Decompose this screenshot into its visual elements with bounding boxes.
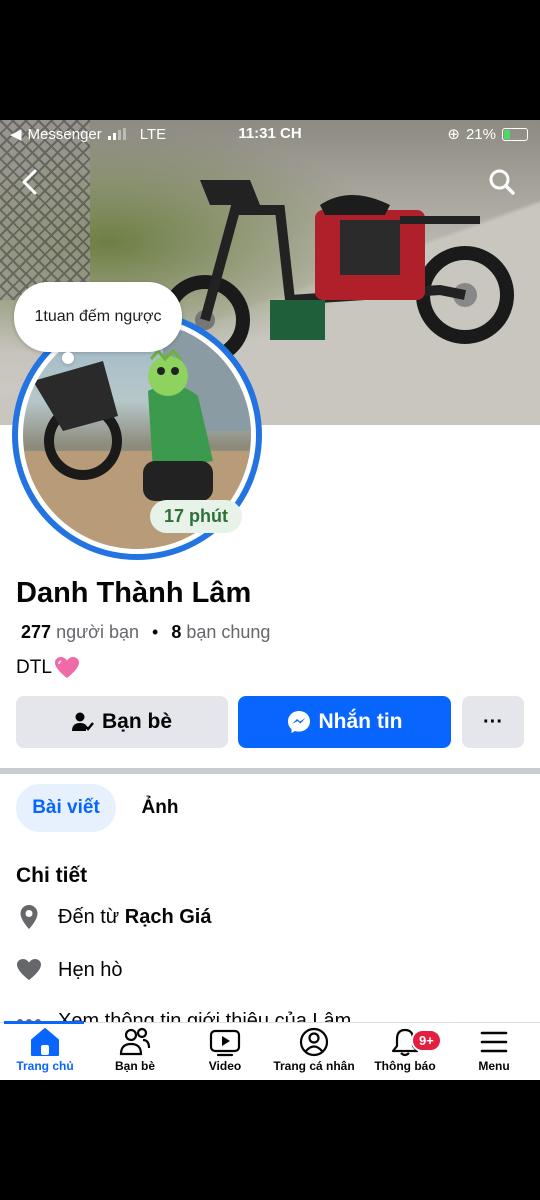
- active-tab-indicator: [4, 1021, 84, 1024]
- mutual-label: bạn chung: [186, 622, 271, 642]
- battery-icon: [502, 127, 528, 141]
- tab-posts[interactable]: Bài viết: [16, 784, 116, 832]
- menu-icon: [480, 1031, 508, 1053]
- hometown-place[interactable]: Rạch Giá: [125, 906, 212, 928]
- mutual-count: 8: [171, 622, 182, 642]
- profile-screen: ◀ Messenger LTE 11:31 CH ⊕ 21% 1tuan đếm…: [0, 120, 540, 1080]
- friends-icon: [119, 1027, 151, 1056]
- nav-profile-label: Trang cá nhân: [273, 1059, 355, 1073]
- detail-relationship: Hẹn hò: [16, 958, 123, 982]
- orientation-lock-icon: ⊕: [447, 126, 460, 143]
- tab-photos[interactable]: Ảnh: [130, 784, 190, 832]
- profile-icon: [299, 1027, 329, 1057]
- profile-name: Danh Thành Lâm: [16, 577, 252, 609]
- details-heading: Chi tiết: [16, 864, 88, 887]
- bottom-nav: Trang chủ Bạn bè Video Trang cá nhân 9+ …: [0, 1021, 540, 1080]
- detail-hometown: Đến từ Rạch Giá: [16, 904, 211, 930]
- friend-label: người bạn: [56, 622, 139, 642]
- more-options-button[interactable]: ···: [462, 696, 524, 748]
- more-icon: ···: [483, 710, 503, 733]
- hometown-prefix: Đến từ: [58, 905, 120, 928]
- nav-menu[interactable]: Menu: [444, 1027, 540, 1073]
- messenger-icon: [287, 711, 310, 733]
- friend-check-icon: [71, 712, 94, 731]
- home-icon: [31, 1028, 59, 1056]
- story-note-text: 1tuan đếm ngược: [34, 308, 162, 325]
- tab-posts-label: Bài viết: [32, 797, 100, 818]
- story-note-bubble[interactable]: 1tuan đếm ngược: [14, 282, 182, 352]
- nav-notifications[interactable]: 9+ Thông báo: [355, 1027, 455, 1073]
- message-button-label: Nhắn tin: [318, 710, 403, 733]
- location-pin-icon: [20, 905, 38, 929]
- relationship-status: Hẹn hò: [58, 958, 123, 981]
- chevron-left-icon: [22, 169, 37, 195]
- nav-friends-label: Bạn bè: [114, 1059, 155, 1073]
- nav-video[interactable]: Video: [175, 1027, 275, 1073]
- nav-home[interactable]: Trang chủ: [0, 1027, 95, 1073]
- nav-video-label: Video: [208, 1059, 242, 1073]
- nav-menu-label: Menu: [478, 1059, 510, 1073]
- heart-icon: [17, 959, 41, 980]
- story-note-tail: [62, 352, 74, 364]
- nav-profile[interactable]: Trang cá nhân: [264, 1027, 364, 1073]
- friends-button[interactable]: Bạn bè: [16, 696, 228, 748]
- search-icon: [489, 169, 515, 195]
- status-bar: ◀ Messenger LTE 11:31 CH ⊕ 21%: [0, 120, 540, 148]
- back-button[interactable]: [12, 164, 48, 200]
- search-button[interactable]: [484, 164, 520, 200]
- friend-stats[interactable]: 277 người bạn • 8 bạn chung: [21, 622, 270, 643]
- status-right: ⊕ 21%: [447, 125, 528, 143]
- profile-bio: DTL: [16, 656, 80, 680]
- friend-count: 277: [21, 622, 52, 642]
- bio-text: DTL: [16, 657, 52, 678]
- nav-friends[interactable]: Bạn bè: [85, 1027, 185, 1073]
- friends-button-label: Bạn bè: [101, 710, 172, 733]
- nav-notifications-label: Thông báo: [374, 1059, 436, 1073]
- tab-photos-label: Ảnh: [141, 797, 179, 818]
- video-icon: [209, 1029, 241, 1057]
- nav-home-label: Trang chủ: [16, 1059, 74, 1073]
- notification-badge: 9+: [411, 1029, 442, 1052]
- section-divider: [0, 768, 540, 774]
- pink-heart-icon: [54, 657, 79, 678]
- battery-percent: 21%: [465, 125, 496, 143]
- stats-separator: •: [152, 622, 159, 642]
- message-button[interactable]: Nhắn tin: [238, 696, 451, 748]
- story-timer-badge: 17 phút: [150, 500, 243, 533]
